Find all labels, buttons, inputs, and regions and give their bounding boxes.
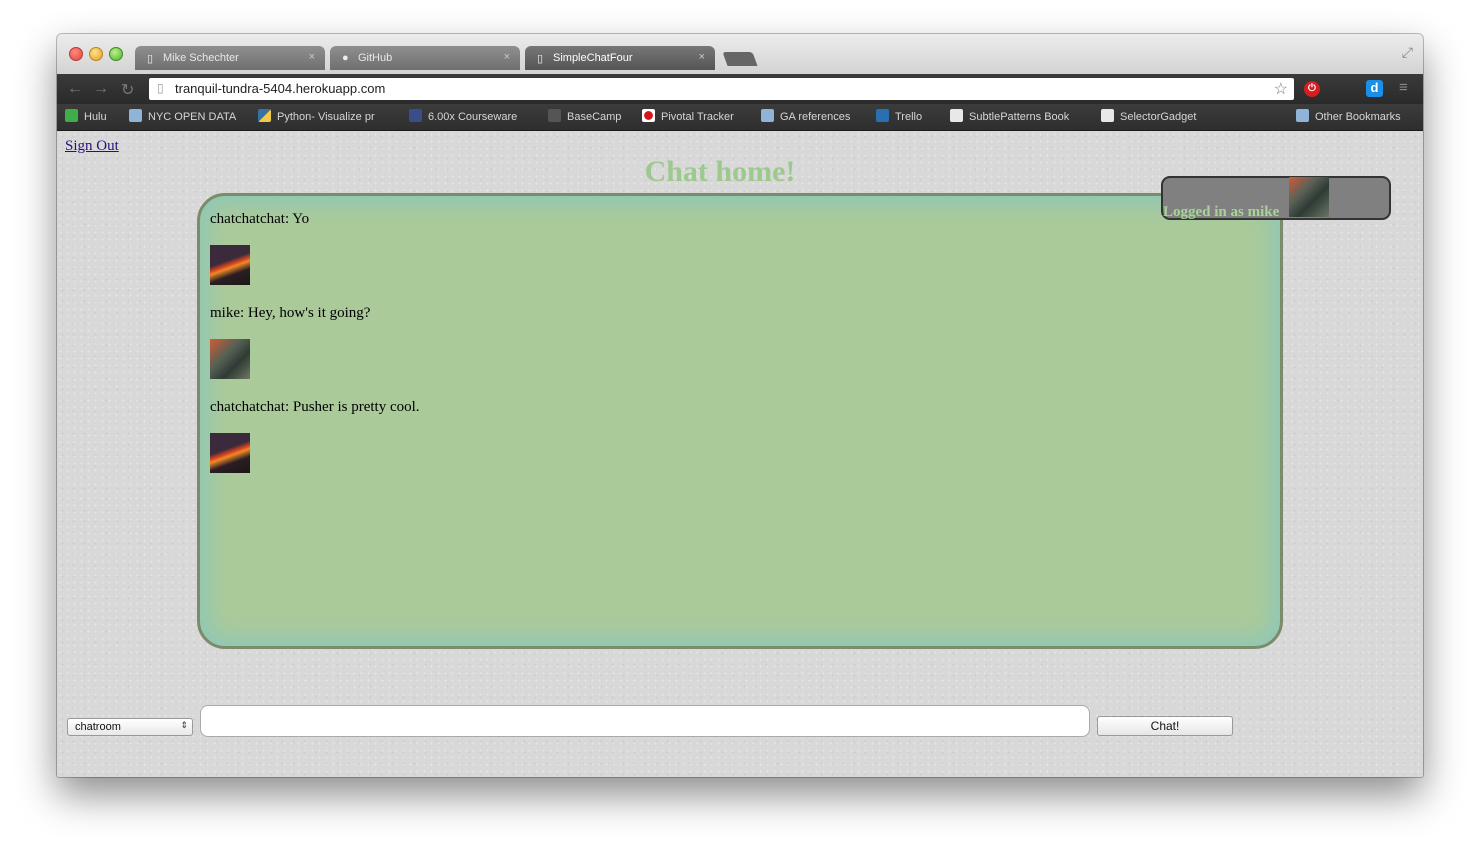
page-icon [950, 109, 963, 122]
page-icon: ▯ [537, 53, 544, 65]
tab-label: Mike Schechter [163, 52, 239, 64]
forward-icon[interactable]: → [93, 80, 109, 98]
chatroom-select[interactable]: chatroom ⇕ [67, 718, 193, 736]
close-window-button[interactable] [69, 47, 83, 61]
bookmark-label: Python- Visualize pr [277, 111, 375, 123]
bookmark-selectorgadget[interactable]: SelectorGadget [1101, 109, 1196, 125]
menu-icon[interactable]: ≡ [1399, 79, 1408, 96]
bookmark-pivotal-tracker[interactable]: Pivotal Tracker [642, 109, 734, 125]
bookmark-label: BaseCamp [567, 111, 622, 123]
reload-icon[interactable]: ↻ [121, 80, 134, 100]
select-arrows-icon: ⇕ [180, 720, 188, 730]
basecamp-icon [548, 109, 561, 122]
chat-submit-button[interactable]: Chat! [1097, 716, 1233, 736]
minimize-window-button[interactable] [89, 47, 103, 61]
page-icon [1101, 109, 1114, 122]
bookmark-ga-references[interactable]: GA references [761, 109, 850, 125]
folder-icon [1296, 109, 1309, 122]
hulu-icon [65, 109, 78, 122]
fullscreen-icon[interactable]: ⤢ [1402, 44, 1413, 61]
trello-icon [876, 109, 889, 122]
back-icon[interactable]: ← [67, 80, 83, 98]
bookmark-other-bookmarks[interactable]: Other Bookmarks [1296, 109, 1401, 125]
folder-icon [761, 109, 774, 122]
chat-message: mike: Hey, how's it going? [210, 305, 371, 321]
tab-label: SimpleChatFour [553, 52, 633, 64]
tab-close-icon[interactable]: × [504, 51, 510, 63]
avatar [210, 433, 250, 473]
sign-out-link[interactable]: Sign Out [65, 138, 119, 155]
chat-message: chatchatchat: Pusher is pretty cool. [210, 399, 420, 415]
github-icon: ● [342, 52, 349, 64]
bookmark-6-00x-courseware[interactable]: 6.00x Courseware [409, 109, 517, 125]
folder-icon [129, 109, 142, 122]
bookmark-python-visualize[interactable]: Python- Visualize pr [258, 109, 375, 125]
bookmark-subtlepatterns[interactable]: SubtlePatterns Book [950, 109, 1082, 125]
avatar [1289, 177, 1329, 217]
bookmark-label: Pivotal Tracker [661, 111, 734, 123]
pivotal-icon [642, 109, 655, 122]
zoom-window-button[interactable] [109, 47, 123, 61]
bookmark-label: SelectorGadget [1120, 111, 1197, 123]
bookmark-nyc-open-data[interactable]: NYC OPEN DATA [129, 109, 236, 125]
bookmark-hulu[interactable]: Hulu [65, 109, 107, 125]
bookmark-basecamp[interactable]: BaseCamp [548, 109, 621, 125]
url-text: tranquil-tundra-5404.herokuapp.com [175, 81, 386, 96]
title-bar: ▯ Mike Schechter × ● GitHub × ▯ SimpleCh… [57, 34, 1423, 74]
logged-in-label: Logged in as mike [1163, 204, 1280, 220]
tab-mike-schechter[interactable]: ▯ Mike Schechter × [135, 46, 325, 70]
tab-label: GitHub [358, 52, 393, 64]
python-icon [258, 109, 271, 122]
tab-close-icon[interactable]: × [699, 51, 705, 63]
new-tab-button[interactable] [722, 52, 758, 66]
d-extension-icon[interactable]: d [1366, 80, 1383, 97]
tab-github[interactable]: ● GitHub × [330, 46, 520, 70]
chatroom-select-value: chatroom [75, 721, 121, 733]
bookmark-label: Hulu [84, 111, 107, 123]
bookmark-label: NYC OPEN DATA [148, 111, 237, 123]
edx-icon [409, 109, 422, 122]
bookmark-label: Trello [895, 111, 923, 123]
login-status-box: Logged in as mike [1161, 176, 1391, 220]
bookmark-label: SubtlePatterns Book [969, 111, 1070, 123]
page-icon: ▯ [147, 53, 154, 65]
tab-simplechatfour[interactable]: ▯ SimpleChatFour × [525, 46, 715, 70]
bookmark-star-icon[interactable]: ☆ [1274, 79, 1288, 99]
browser-toolbar: ← → ↻ ▯ tranquil-tundra-5404.herokuapp.c… [57, 74, 1423, 104]
browser-window: ▯ Mike Schechter × ● GitHub × ▯ SimpleCh… [57, 34, 1423, 777]
address-bar[interactable]: ▯ tranquil-tundra-5404.herokuapp.com ☆ [149, 78, 1294, 100]
page-content: Sign Out Chat home! chatchatchat: Yo mik… [57, 131, 1423, 777]
chat-log: chatchatchat: Yo mike: Hey, how's it goi… [197, 193, 1283, 649]
tab-close-icon[interactable]: × [309, 51, 315, 63]
chat-message: chatchatchat: Yo [210, 211, 310, 227]
bookmark-label: Other Bookmarks [1315, 111, 1401, 123]
bookmark-label: 6.00x Courseware [428, 111, 518, 123]
bookmark-trello[interactable]: Trello [876, 109, 922, 125]
bookmarks-bar: Hulu NYC OPEN DATA Python- Visualize pr … [57, 104, 1423, 131]
power-extension-icon[interactable]: ⏻ [1304, 81, 1320, 97]
avatar [210, 339, 250, 379]
bookmark-label: GA references [780, 111, 851, 123]
message-input[interactable] [200, 705, 1090, 737]
avatar [210, 245, 250, 285]
page-icon: ▯ [157, 81, 164, 95]
